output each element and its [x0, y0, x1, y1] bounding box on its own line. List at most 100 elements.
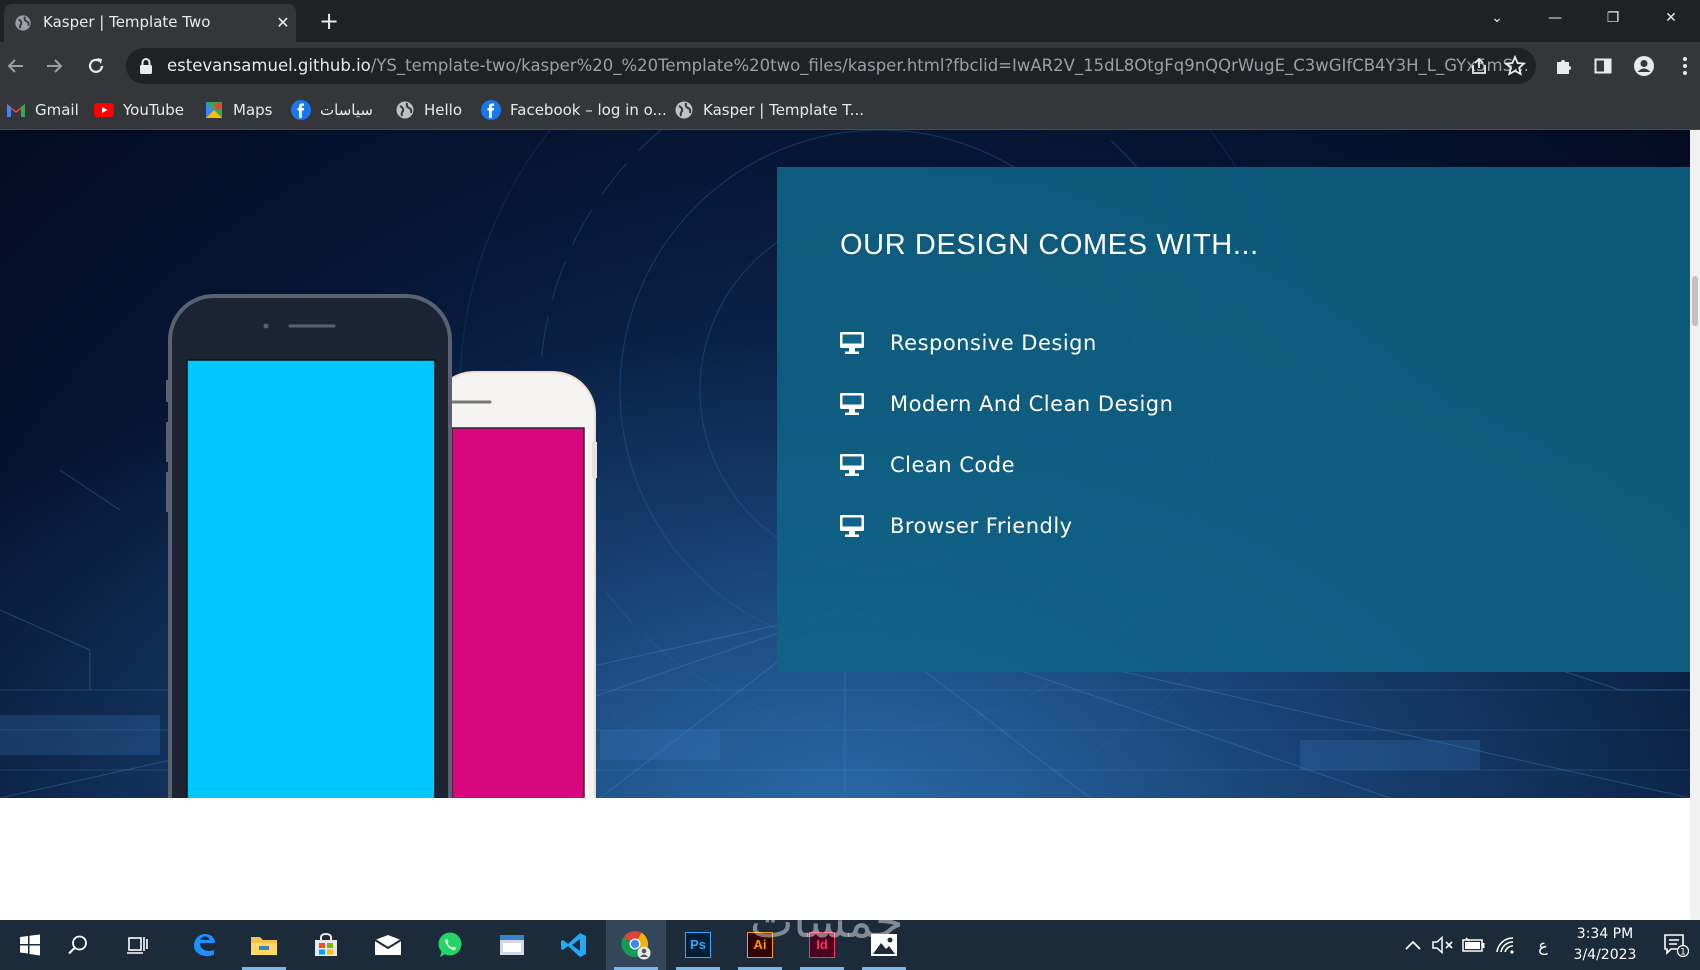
folder-icon	[251, 937, 277, 955]
notification-count: 1	[1680, 948, 1686, 958]
feature-label: Responsive Design	[890, 331, 1097, 355]
url-host: estevansamuel.github.io	[167, 56, 371, 75]
taskbar-search-button[interactable]	[48, 920, 108, 970]
new-tab-button[interactable]: +	[316, 9, 342, 35]
feature-item: Modern And Clean Design	[839, 389, 1173, 419]
features-panel: OUR DESIGN COMES WITH... Responsive Desi…	[777, 167, 1690, 672]
vscode-icon	[561, 933, 586, 957]
taskbar-photos[interactable]	[854, 920, 914, 970]
show-hidden-icons-button[interactable]	[1398, 920, 1428, 970]
feature-item: Browser Friendly	[839, 511, 1073, 541]
browser-menu-button[interactable]	[1672, 53, 1698, 79]
globe-icon	[15, 15, 31, 31]
section-heading: OUR DESIGN COMES WITH...	[840, 229, 1259, 261]
share-icon[interactable]	[1469, 56, 1489, 76]
bookmark-maps[interactable]: Maps	[204, 98, 272, 122]
bookmark-star-icon[interactable]	[1504, 55, 1526, 77]
feature-label: Modern And Clean Design	[890, 392, 1174, 416]
wifi-icon	[1496, 937, 1514, 954]
battery-button[interactable]	[1459, 920, 1489, 970]
page-viewport: OUR DESIGN COMES WITH... Responsive Desi…	[0, 130, 1690, 920]
globe-icon	[675, 101, 693, 119]
youtube-icon	[94, 103, 114, 117]
taskbar-illustrator[interactable]: Ai	[730, 920, 790, 970]
windows-logo-icon	[20, 934, 40, 956]
profile-button[interactable]	[1631, 53, 1657, 79]
extensions-button[interactable]	[1551, 53, 1577, 79]
edge-icon	[194, 934, 215, 956]
feature-item: Responsive Design	[839, 328, 1097, 358]
taskbar-mail[interactable]	[358, 920, 418, 970]
bookmark-youtube[interactable]: YouTube	[94, 98, 184, 122]
lock-icon	[140, 58, 152, 74]
taskbar-vscode[interactable]	[544, 920, 604, 970]
tab-title: Kasper | Template Two	[43, 13, 211, 31]
reload-icon	[88, 58, 104, 73]
bookmark-siyasat[interactable]: سياسات	[291, 98, 373, 122]
facebook-icon	[291, 100, 311, 120]
mail-icon	[374, 935, 402, 955]
taskbar-window-app[interactable]	[482, 920, 542, 970]
desktop-icon	[840, 332, 864, 354]
bookmark-label: YouTube	[123, 101, 184, 119]
bookmark-label: Hello	[424, 101, 463, 119]
puzzle-icon	[1557, 60, 1571, 74]
volume-button[interactable]	[1428, 920, 1458, 970]
gmail-icon	[7, 104, 25, 117]
url-path: /YS_template-two/kasper%20_%20Template%2…	[370, 56, 1529, 75]
photoshop-icon: Ps	[685, 932, 711, 958]
taskbar-whatsapp[interactable]	[420, 920, 480, 970]
design-features-section: OUR DESIGN COMES WITH... Responsive Desi…	[0, 130, 1690, 798]
bookmark-label: Maps	[233, 101, 273, 119]
photos-icon	[871, 934, 897, 956]
bookmark-kasper[interactable]: Kasper | Template T...	[674, 98, 864, 122]
bookmark-hello[interactable]: Hello	[395, 98, 462, 122]
taskbar-photoshop[interactable]: Ps	[668, 920, 728, 970]
address-bar[interactable]: estevansamuel.github.io/YS_template-two/…	[126, 48, 1536, 84]
windows-taskbar: Ps Ai Id ع 3:34 PM 3/4/2023 1	[0, 920, 1700, 970]
kebab-menu-icon	[1683, 57, 1687, 75]
back-button[interactable]	[2, 52, 30, 80]
window-controls: ⌄ — ❐ ✕	[1468, 0, 1700, 36]
page-scrollbar[interactable]	[1690, 130, 1700, 920]
window-app-icon	[500, 935, 524, 955]
tab-kasper-template-two[interactable]: Kasper | Template Two ✕	[4, 4, 296, 42]
bookmark-gmail[interactable]: Gmail	[6, 98, 79, 122]
taskbar-edge[interactable]	[174, 920, 234, 970]
side-panel-button[interactable]	[1590, 53, 1616, 79]
task-view-button[interactable]	[108, 920, 168, 970]
feature-label: Browser Friendly	[890, 514, 1073, 538]
restore-button[interactable]: ❐	[1584, 0, 1642, 36]
feature-item: Clean Code	[839, 450, 1015, 480]
facebook-icon	[481, 100, 501, 120]
phone-mockup-front	[166, 294, 452, 798]
taskbar-store[interactable]	[296, 920, 356, 970]
bookmark-label: Kasper | Template T...	[703, 101, 864, 119]
action-center-button[interactable]: 1	[1656, 920, 1696, 970]
scrollbar-thumb[interactable]	[1692, 276, 1698, 326]
taskbar-chrome[interactable]	[606, 920, 666, 970]
battery-charging-icon	[1462, 937, 1485, 952]
maps-icon	[206, 102, 222, 118]
taskbar-clock[interactable]: 3:34 PM 3/4/2023	[1560, 924, 1650, 966]
taskbar-indesign[interactable]: Id	[792, 920, 852, 970]
url-text: estevansamuel.github.io/YS_template-two/…	[167, 56, 1562, 75]
browser-toolbar: estevansamuel.github.io/YS_template-two/…	[0, 42, 1700, 90]
reload-button[interactable]	[82, 52, 110, 80]
close-window-button[interactable]: ✕	[1642, 0, 1700, 36]
desktop-icon	[840, 515, 864, 537]
taskbar-file-explorer[interactable]	[234, 920, 294, 970]
minimize-button[interactable]: —	[1526, 0, 1584, 36]
whatsapp-icon	[438, 932, 462, 957]
tab-search-button[interactable]: ⌄	[1468, 0, 1526, 36]
chevron-up-icon	[1405, 940, 1421, 950]
input-language-indicator[interactable]: ع	[1528, 920, 1558, 970]
network-button[interactable]	[1491, 920, 1521, 970]
indesign-icon: Id	[809, 932, 835, 958]
desktop-icon	[840, 393, 864, 415]
bookmark-facebook[interactable]: Facebook – log in o...	[481, 98, 667, 122]
forward-button[interactable]	[40, 52, 68, 80]
tab-close-icon[interactable]: ✕	[272, 12, 294, 34]
feature-label: Clean Code	[890, 453, 1016, 477]
bookmark-label: سياسات	[320, 101, 373, 119]
